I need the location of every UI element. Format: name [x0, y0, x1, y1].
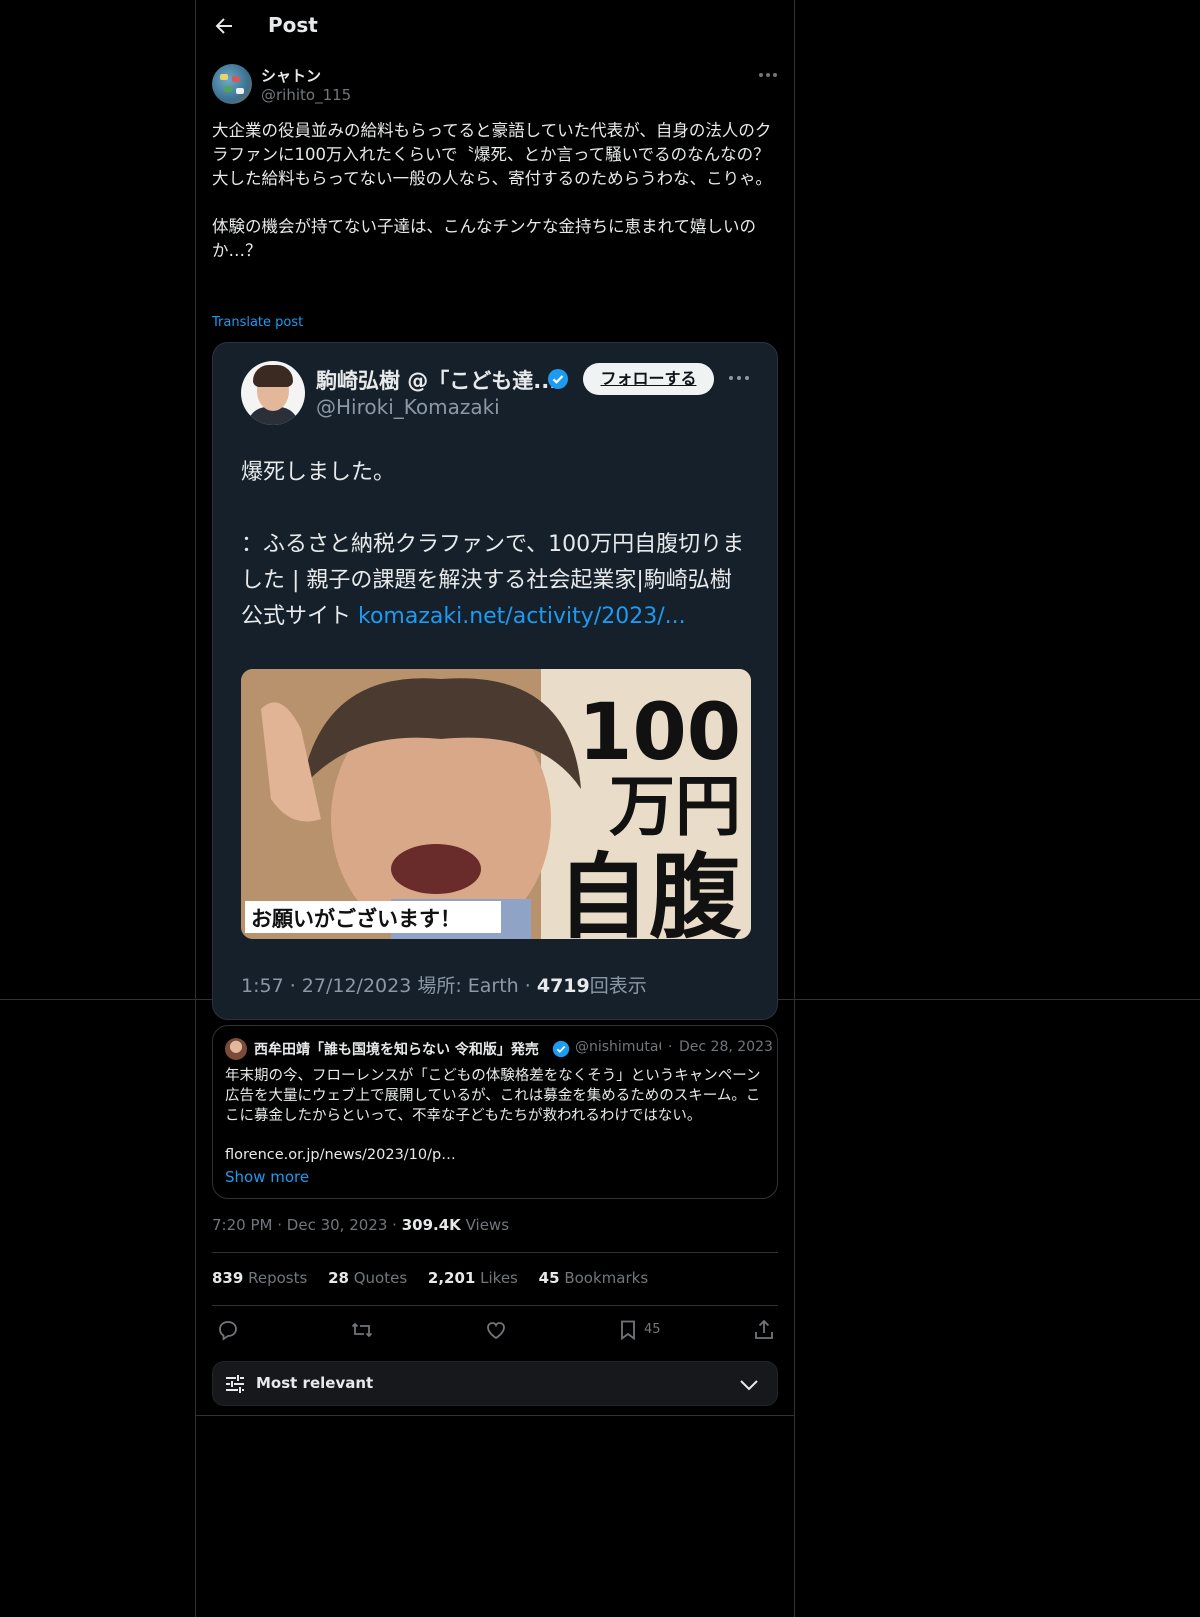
reposts-count: 839: [212, 1269, 244, 1287]
share-icon[interactable]: [752, 1318, 776, 1342]
verified-badge-icon: [548, 369, 568, 389]
back-arrow-icon[interactable]: [212, 14, 236, 38]
reposts-label: Reposts: [248, 1269, 308, 1287]
quote-url: florence.or.jp/news/2023/10/p…: [225, 1147, 456, 1163]
likes-count: 2,201: [427, 1269, 476, 1287]
quote-separator: ·: [668, 1039, 673, 1055]
bookmark-icon[interactable]: [616, 1318, 640, 1342]
post-meta: 7:20 PM · Dec 30, 2023 · 309.4K Views: [212, 1216, 509, 1234]
post-date[interactable]: Dec 30, 2023: [287, 1216, 388, 1234]
views-label: Views: [465, 1216, 510, 1234]
quote-date: Dec 28, 2023: [679, 1039, 773, 1055]
bookmarks-count: 45: [538, 1269, 560, 1287]
post-author: シャトン @rihito_115: [212, 64, 778, 106]
embedded-text-line1: 爆死しました。: [241, 460, 396, 485]
embedded-timestamp-line: 1:57 · 27/12/2023 場所: Earth · 4719回表示: [241, 971, 647, 998]
page-title: Post: [268, 13, 318, 37]
quotes-count: 28: [328, 1269, 349, 1287]
quotes-label: Quotes: [353, 1269, 408, 1287]
repost-icon[interactable]: [350, 1318, 374, 1342]
photo-big-text-2: 万円: [609, 768, 741, 845]
divider: [195, 1415, 795, 1416]
filter-sliders-icon: [226, 1375, 244, 1393]
reposts-stat[interactable]: 839 Reposts: [212, 1269, 307, 1287]
embedded-time: 1:57 · 27/12/2023 場所: Earth ·: [241, 975, 537, 997]
photo-big-text-1: 100: [578, 688, 741, 778]
bookmark-count: 45: [644, 1322, 661, 1337]
embedded-author-handle: @Hiroki_Komazaki: [316, 395, 500, 419]
photo-big-text-3: 自腹: [557, 844, 742, 939]
embedded-link: komazaki.net/activity/2023/...: [358, 604, 686, 629]
quote-author-name: 西牟田靖「誰も国境を知らない 令和版」発売: [254, 1042, 539, 1058]
embedded-avatar: [241, 361, 305, 425]
embedded-follow-button: フォローする: [583, 363, 714, 395]
post-image[interactable]: 駒崎弘樹 @「こども達... フォローする @Hiroki_Komazaki 爆…: [212, 342, 778, 1020]
chevron-down-icon: [740, 1380, 758, 1391]
embedded-photo-art: 100 万円 自腹 お願いがございます！: [241, 669, 751, 939]
engagement-stats: 839 Reposts 28 Quotes 2,201 Likes 45 Boo…: [212, 1269, 664, 1287]
photo-caption: お願いがございます！: [251, 907, 461, 931]
like-icon[interactable]: [484, 1318, 508, 1342]
meta-separator: ·: [277, 1216, 283, 1234]
embedded-tweet-text: 爆死しました。 ：ふるさと納税クラファンで、100万円自腹切りました | 親子の…: [241, 455, 751, 635]
divider: [212, 1252, 778, 1253]
quote-avatar: [225, 1038, 247, 1060]
quote-text: 年末期の今、フローレンスが「こどもの体験格差をなくそう」というキャンペーン広告を…: [225, 1068, 761, 1124]
top-bar: Post: [195, 0, 795, 54]
likes-stat[interactable]: 2,201 Likes: [428, 1269, 518, 1287]
bookmarks-stat[interactable]: 45 Bookmarks: [539, 1269, 648, 1287]
quoted-post[interactable]: 西牟田靖「誰も国境を知らない 令和版」発売 @nishimuta6 · Dec …: [212, 1025, 778, 1199]
embedded-text-paragraph: ：ふるさと納税クラファンで、100万円自腹切りました | 親子の課題を解決する社…: [241, 527, 751, 635]
author-name[interactable]: シャトン: [261, 65, 321, 86]
reply-icon[interactable]: [216, 1318, 240, 1342]
reply-sort-dropdown[interactable]: Most relevant: [212, 1361, 778, 1406]
more-options-icon[interactable]: [758, 70, 778, 80]
embedded-views-label: 回表示: [589, 975, 647, 997]
embedded-views-count: 4719: [536, 975, 590, 997]
translate-post-link[interactable]: Translate post: [212, 315, 303, 330]
embedded-author-name: 駒崎弘樹 @「こども達...: [316, 369, 558, 393]
post-text: 大企業の役員並みの給料もらってると豪語していた代表が、自身の法人のクラファンに1…: [212, 121, 772, 260]
post-time[interactable]: 7:20 PM: [212, 1216, 272, 1234]
embedded-photo: 100 万円 自腹 お願いがございます！: [241, 669, 751, 939]
show-more-link[interactable]: Show more: [225, 1168, 309, 1186]
meta-separator: ·: [392, 1216, 397, 1234]
action-bar: 45: [212, 1318, 778, 1344]
views-count: 309.4K: [401, 1216, 461, 1234]
sort-label: Most relevant: [256, 1374, 374, 1392]
bookmarks-label: Bookmarks: [564, 1269, 649, 1287]
divider: [212, 1305, 778, 1306]
embedded-more-icon: [729, 376, 749, 380]
likes-label: Likes: [480, 1269, 518, 1287]
quotes-stat[interactable]: 28 Quotes: [328, 1269, 407, 1287]
author-handle[interactable]: @rihito_115: [261, 86, 351, 104]
author-avatar[interactable]: [212, 64, 252, 104]
quote-author-handle: @nishimuta6: [575, 1039, 661, 1055]
verified-badge-icon: [552, 1040, 570, 1058]
